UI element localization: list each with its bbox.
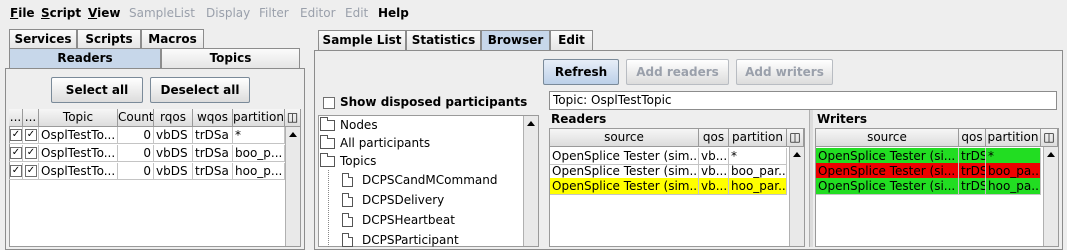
row-select-cell[interactable]: ✓	[9, 163, 23, 180]
row-select-cell[interactable]: ✓	[9, 127, 23, 144]
refresh-button[interactable]: Refresh	[543, 59, 619, 85]
tab-services[interactable]: Services	[9, 29, 77, 50]
partition-cell: hoo_par...	[729, 178, 787, 195]
col-header-select1[interactable]: ...	[9, 109, 23, 127]
col-header-partition[interactable]: partition	[233, 109, 285, 127]
row-select-cell[interactable]: ✓	[9, 145, 23, 162]
tab-statistics[interactable]: Statistics	[406, 30, 481, 51]
menu-editor[interactable]: Editor	[300, 6, 336, 20]
col-header-rqos[interactable]: rqos	[154, 109, 193, 127]
readers-detail-scrollbar[interactable]	[789, 147, 804, 246]
col-header-topic[interactable]: Topic	[39, 109, 118, 127]
count-cell: 0	[118, 145, 154, 162]
column-config-icon[interactable]: ◫	[1041, 129, 1058, 147]
partition-cell: boo_p...	[233, 145, 285, 162]
col-header-source[interactable]: source	[550, 129, 699, 147]
add-writers-button[interactable]: Add writers	[736, 59, 833, 85]
col-header-source[interactable]: source	[816, 129, 959, 147]
readers-section-title: Readers	[551, 112, 607, 126]
partition-cell: hoo_p...	[233, 163, 285, 180]
document-icon	[342, 193, 353, 207]
source-cell: OpenSplice Tester (si...	[816, 178, 959, 195]
menu-script[interactable]: Script	[41, 6, 81, 20]
tab-readers[interactable]: Readers	[9, 48, 161, 69]
menu-filter[interactable]: Filter	[259, 6, 289, 20]
show-disposed-label: Show disposed participants	[340, 95, 528, 109]
checkbox-checked-icon[interactable]: ✓	[10, 165, 22, 177]
menu-help[interactable]: Help	[378, 6, 409, 20]
tab-scripts[interactable]: Scripts	[77, 29, 141, 50]
qos-cell: trDS	[959, 178, 986, 195]
tree-guide-line	[328, 170, 329, 247]
document-icon	[342, 213, 353, 227]
topic-cell: OsplTestTo...	[39, 127, 118, 144]
col-header-count[interactable]: Count	[118, 109, 154, 127]
show-disposed-checkbox[interactable]	[323, 97, 335, 109]
menu-display[interactable]: Display	[206, 6, 250, 20]
col-header-partition[interactable]: partition	[986, 129, 1041, 147]
scroll-up-arrow-icon[interactable]	[527, 121, 535, 126]
source-cell: OpenSplice Tester (sim...	[550, 178, 699, 195]
folder-icon	[320, 153, 335, 167]
checkbox-checked-icon[interactable]: ✓	[25, 165, 37, 177]
wqos-cell: trDSa	[193, 127, 233, 144]
qos-cell: vb...	[699, 178, 729, 195]
checkbox-checked-icon[interactable]: ✓	[25, 129, 37, 141]
scroll-up-arrow-icon[interactable]	[793, 152, 801, 157]
menu-samplelist[interactable]: SampleList	[129, 6, 195, 20]
folder-icon	[320, 135, 335, 149]
col-header-qos[interactable]: qos	[699, 129, 729, 147]
col-header-partition[interactable]: partition	[729, 129, 787, 147]
folder-icon	[320, 117, 335, 131]
topic-cell: OsplTestTo...	[39, 163, 118, 180]
col-header-qos[interactable]: qos	[959, 129, 986, 147]
wqos-cell: trDSa	[193, 163, 233, 180]
column-config-icon[interactable]: ◫	[285, 109, 301, 127]
deselect-all-button[interactable]: Deselect all	[150, 77, 250, 103]
checkbox-checked-icon[interactable]: ✓	[25, 147, 37, 159]
partition-cell: hoo_pa...	[986, 178, 1041, 195]
tree-scrollbar[interactable]	[523, 116, 538, 246]
tab-edit[interactable]: Edit	[550, 30, 593, 51]
menu-view[interactable]: View	[88, 6, 120, 20]
row-select-cell[interactable]: ✓	[23, 163, 39, 180]
add-readers-button[interactable]: Add readers	[626, 59, 729, 85]
writers-section-title: Writers	[817, 112, 867, 126]
row-select-cell[interactable]: ✓	[23, 145, 39, 162]
writers-detail-scrollbar[interactable]	[1043, 147, 1058, 246]
wqos-cell: trDSa	[193, 145, 233, 162]
count-cell: 0	[118, 163, 154, 180]
tab-macros[interactable]: Macros	[141, 29, 204, 50]
scroll-up-arrow-icon[interactable]	[1047, 152, 1055, 157]
tab-browser[interactable]: Browser	[481, 30, 550, 51]
document-icon	[342, 173, 353, 187]
topic-field: Topic: OsplTestTopic	[549, 91, 1057, 110]
rqos-cell: vbDS	[154, 145, 193, 162]
document-icon	[342, 233, 353, 247]
menu-edit[interactable]: Edit	[345, 6, 368, 20]
menu-file[interactable]: File	[10, 6, 35, 20]
col-header-select2[interactable]: ...	[23, 109, 39, 127]
tab-topics[interactable]: Topics	[161, 48, 300, 69]
split-divider[interactable]	[809, 110, 813, 247]
readers-table-scrollbar[interactable]	[285, 127, 300, 246]
checkbox-checked-icon[interactable]: ✓	[10, 129, 22, 141]
partition-cell: *	[233, 127, 285, 144]
menu-bar: File Script View SampleList Display Filt…	[0, 0, 1067, 28]
column-config-icon[interactable]: ◫	[787, 129, 804, 147]
tab-sample-list[interactable]: Sample List	[318, 30, 406, 51]
count-cell: 0	[118, 127, 154, 144]
topic-cell: OsplTestTo...	[39, 145, 118, 162]
checkbox-checked-icon[interactable]: ✓	[10, 147, 22, 159]
scroll-up-arrow-icon[interactable]	[289, 132, 297, 137]
select-all-button[interactable]: Select all	[51, 77, 143, 103]
row-select-cell[interactable]: ✓	[23, 127, 39, 144]
col-header-wqos[interactable]: wqos	[193, 109, 233, 127]
rqos-cell: vbDS	[154, 127, 193, 144]
rqos-cell: vbDS	[154, 163, 193, 180]
